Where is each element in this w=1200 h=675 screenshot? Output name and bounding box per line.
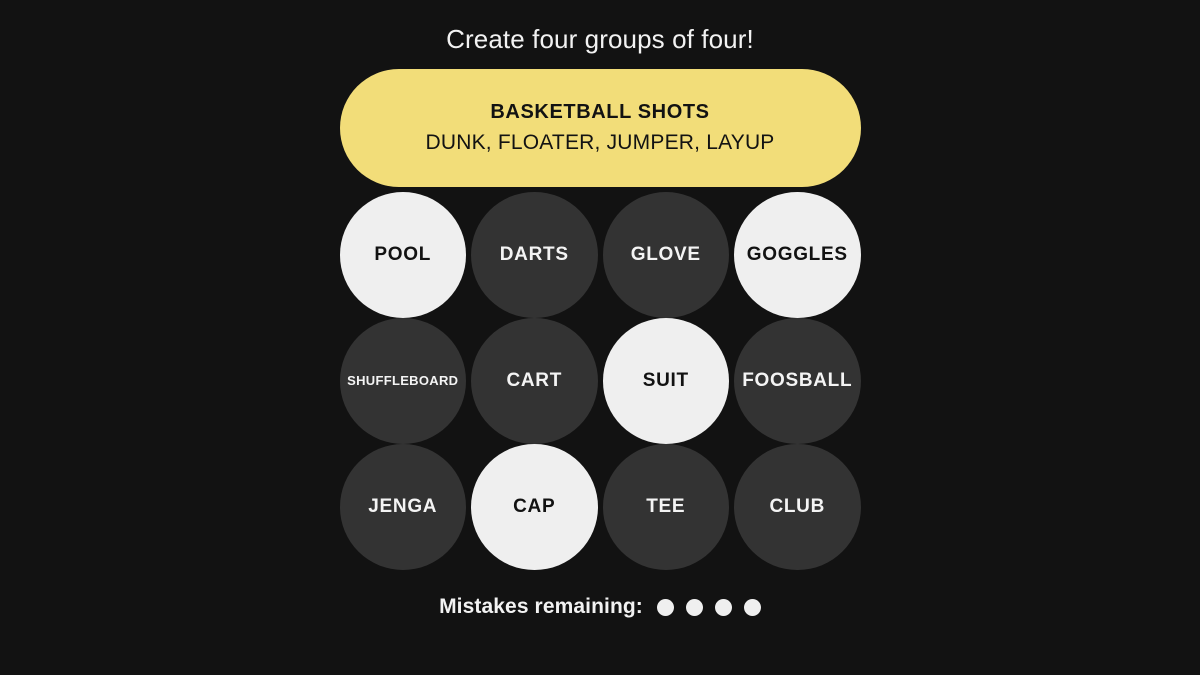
tile-cart[interactable]: CART [471, 318, 598, 444]
tile-cap[interactable]: CAP [471, 444, 598, 570]
solved-group-members: DUNK, FLOATER, JUMPER, LAYUP [425, 130, 775, 154]
tile-darts[interactable]: DARTS [471, 192, 598, 318]
tile-jenga[interactable]: JENGA [339, 444, 466, 570]
tile-row: POOL DARTS GLOVE GOGGLES [339, 192, 861, 318]
tile-glove[interactable]: GLOVE [602, 192, 729, 318]
page-title: Create four groups of four! [446, 24, 754, 54]
solved-groups-container: BASKETBALL SHOTS DUNK, FLOATER, JUMPER, L… [339, 69, 861, 187]
mistake-dot [656, 598, 674, 616]
tile-club[interactable]: CLUB [734, 444, 861, 570]
mistake-dot [743, 598, 761, 616]
tile-goggles[interactable]: GOGGLES [734, 192, 861, 318]
mistakes-dots [656, 598, 761, 616]
tile-pool[interactable]: POOL [339, 192, 466, 318]
game-board: BASKETBALL SHOTS DUNK, FLOATER, JUMPER, L… [339, 69, 861, 570]
tile-tee[interactable]: TEE [602, 444, 729, 570]
tile-row: SHUFFLEBOARD CART SUIT FOOSBALL [339, 318, 861, 444]
solved-group: BASKETBALL SHOTS DUNK, FLOATER, JUMPER, L… [339, 69, 861, 187]
mistakes-footer: Mistakes remaining: [439, 595, 761, 619]
tile-suit[interactable]: SUIT [602, 318, 729, 444]
mistake-dot [685, 598, 703, 616]
tile-foosball[interactable]: FOOSBALL [734, 318, 861, 444]
mistake-dot [714, 598, 732, 616]
tile-row: JENGA CAP TEE CLUB [339, 444, 861, 570]
tile-shuffleboard[interactable]: SHUFFLEBOARD [339, 318, 466, 444]
solved-group-category: BASKETBALL SHOTS [490, 100, 710, 123]
mistakes-label: Mistakes remaining: [439, 595, 643, 618]
connections-game: Create four groups of four! BASKETBALL S… [0, 0, 1200, 675]
tile-grid: POOL DARTS GLOVE GOGGLES SHUFFLEBOARD CART SUI… [339, 192, 861, 570]
